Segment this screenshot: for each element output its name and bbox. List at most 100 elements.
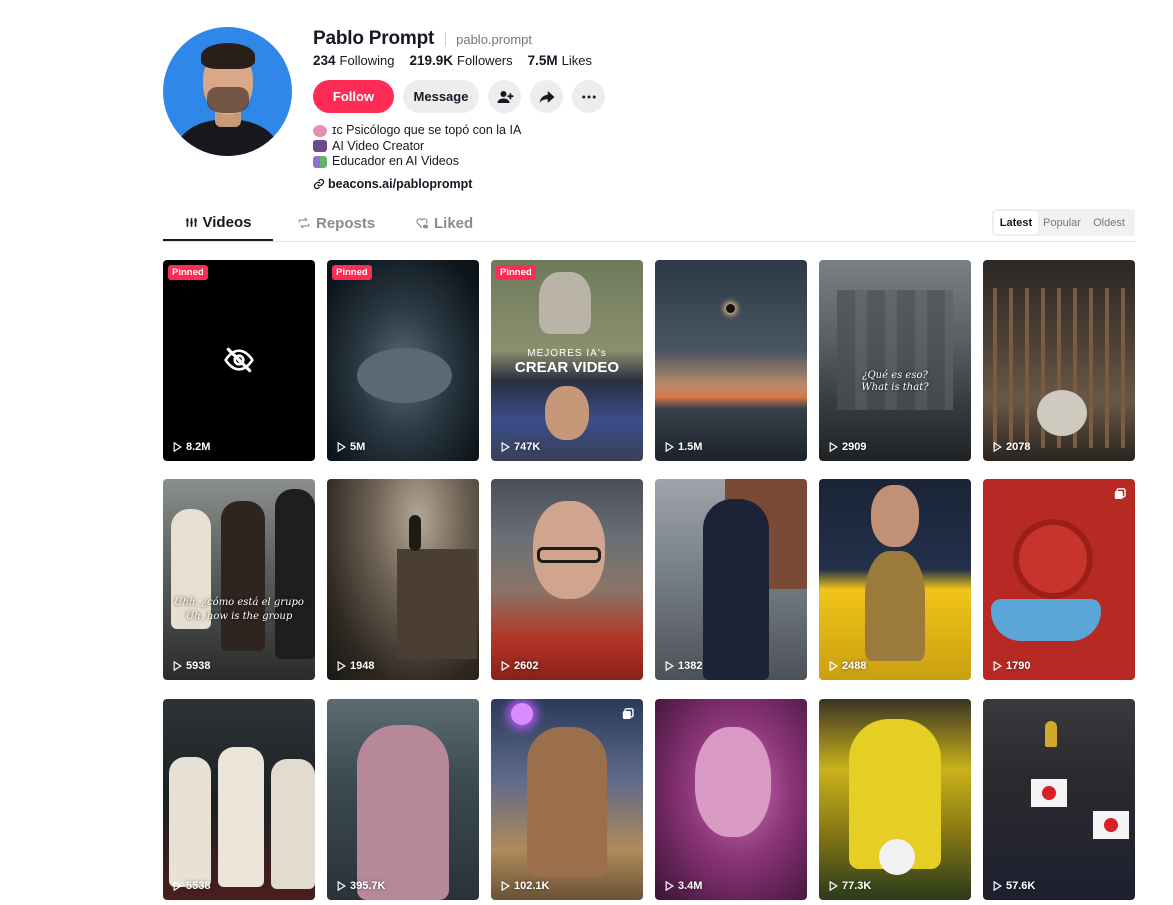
view-count-text: 2909: [842, 441, 867, 453]
thumbnail-flag: [1031, 779, 1067, 807]
view-count-text: 1382: [678, 660, 703, 672]
video-card[interactable]: Uhh, ¿cómo está el grupo Uh, how is the …: [163, 479, 315, 680]
play-icon: [665, 442, 674, 452]
view-count: 5938: [173, 660, 210, 672]
thumbnail-player: [218, 747, 264, 887]
likes-label: Likes: [561, 53, 592, 68]
video-card[interactable]: 2602: [491, 479, 643, 680]
add-friend-button[interactable]: [488, 80, 521, 113]
followers-stat[interactable]: 219.9K Followers: [409, 53, 512, 68]
profile-link[interactable]: beacons.ai/pabloprompt: [313, 177, 472, 191]
grid-lines-icon: [185, 216, 198, 229]
view-count-text: 747K: [514, 441, 541, 453]
view-count: 1790: [993, 660, 1030, 672]
brain-emoji-icon: [313, 124, 327, 137]
thumbnail-person: [275, 489, 315, 659]
add-person-icon: [497, 90, 513, 103]
thumbnail-caption-large: CREAR VIDEO: [514, 359, 620, 376]
followers-count: 219.9K: [409, 53, 453, 68]
play-icon: [993, 881, 1002, 891]
play-icon: [337, 661, 346, 671]
likes-stat: 7.5M Likes: [528, 53, 592, 68]
video-card[interactable]: Pinned 5M: [327, 260, 479, 461]
profile-link-text: beacons.ai/pabloprompt: [328, 177, 473, 191]
view-count-text: 2488: [842, 660, 867, 672]
view-count-text: 2602: [514, 660, 539, 672]
video-card[interactable]: Pinned 8.2M: [163, 260, 315, 461]
pinned-badge: Pinned: [496, 265, 536, 280]
view-count: 395.7K: [337, 880, 385, 892]
thumbnail-caption: ¿Qué es eso?: [862, 370, 928, 381]
view-count: 2909: [829, 441, 866, 453]
view-count-text: 102.1K: [514, 880, 550, 892]
view-count-text: 8.2M: [186, 441, 211, 453]
share-button[interactable]: [530, 80, 563, 113]
thumbnail-creature: [1037, 390, 1087, 436]
tab-reposts[interactable]: Reposts: [297, 205, 375, 241]
view-count: 747K: [501, 441, 540, 453]
following-label: Following: [339, 53, 395, 68]
view-count: 2488: [829, 660, 866, 672]
video-card[interactable]: 1.5M: [655, 260, 807, 461]
play-icon: [173, 442, 182, 452]
multi-photo-icon: [622, 708, 634, 719]
thumbnail-caption: Uhh, ¿cómo está el grupo: [174, 597, 304, 608]
bio-line: Educador en AI Videos: [313, 154, 521, 170]
video-card[interactable]: 395.7K: [327, 699, 479, 900]
video-card[interactable]: 5538: [163, 699, 315, 900]
more-dots-icon: [581, 95, 596, 98]
video-card[interactable]: 1948: [327, 479, 479, 680]
follow-button[interactable]: Follow: [313, 80, 394, 113]
profile-stats: 234 Following 219.9K Followers 7.5M Likes: [313, 53, 607, 68]
view-count-text: 3.4M: [678, 880, 703, 892]
thumbnail-arena: [397, 549, 477, 659]
view-count: 1.5M: [665, 441, 702, 453]
play-icon: [829, 661, 838, 671]
share-arrow-icon: [539, 90, 554, 103]
play-icon: [665, 661, 674, 671]
profile-avatar[interactable]: [163, 27, 292, 156]
video-card[interactable]: MEJORES IA's CREAR VIDEO Pinned 747K: [491, 260, 643, 461]
view-count: 57.6K: [993, 880, 1035, 892]
thumbnail-elephant: [539, 272, 591, 334]
video-card[interactable]: 57.6K: [983, 699, 1135, 900]
video-card[interactable]: 2078: [983, 260, 1135, 461]
video-card[interactable]: 1790: [983, 479, 1135, 680]
tab-liked[interactable]: Liked: [415, 205, 473, 241]
play-icon: [665, 881, 674, 891]
video-card[interactable]: 102.1K: [491, 699, 643, 900]
tab-videos[interactable]: Videos: [163, 205, 273, 241]
video-card[interactable]: ¿Qué es eso? What is that? 2909: [819, 260, 971, 461]
video-card[interactable]: 77.3K: [819, 699, 971, 900]
profile-tabs: Videos Reposts Liked: [163, 205, 1135, 242]
view-count-text: 5938: [186, 660, 211, 672]
video-card[interactable]: 2488: [819, 479, 971, 680]
sort-oldest-button[interactable]: Oldest: [1086, 211, 1132, 234]
thumbnail-tub: [991, 599, 1101, 641]
thumbnail-face: [871, 485, 919, 547]
thumbnail-figure: [357, 725, 449, 900]
view-count-text: 5538: [186, 880, 211, 892]
message-button[interactable]: Message: [403, 80, 479, 113]
name-divider: [445, 32, 447, 46]
thumbnail-face: [545, 386, 589, 440]
tab-liked-label: Liked: [434, 214, 474, 232]
view-count: 1382: [665, 660, 702, 672]
following-stat[interactable]: 234 Following: [313, 53, 394, 68]
pinned-badge: Pinned: [168, 265, 208, 280]
play-icon: [337, 442, 346, 452]
heart-lock-icon: [415, 216, 429, 230]
view-count-text: 5M: [350, 441, 366, 453]
avatar-beard: [207, 87, 249, 113]
video-card[interactable]: 3.4M: [655, 699, 807, 900]
sort-latest-button[interactable]: Latest: [994, 211, 1038, 234]
view-count-text: 1948: [350, 660, 375, 672]
sort-popular-button[interactable]: Popular: [1038, 211, 1086, 234]
more-options-button[interactable]: [572, 80, 605, 113]
thumbnail-caption-translation: What is that?: [861, 382, 929, 393]
video-card[interactable]: 1382: [655, 479, 807, 680]
play-icon: [337, 881, 346, 891]
play-icon: [173, 661, 182, 671]
thumbnail-ball: [879, 839, 915, 875]
bio-text: Educador en AI Videos: [332, 154, 459, 168]
